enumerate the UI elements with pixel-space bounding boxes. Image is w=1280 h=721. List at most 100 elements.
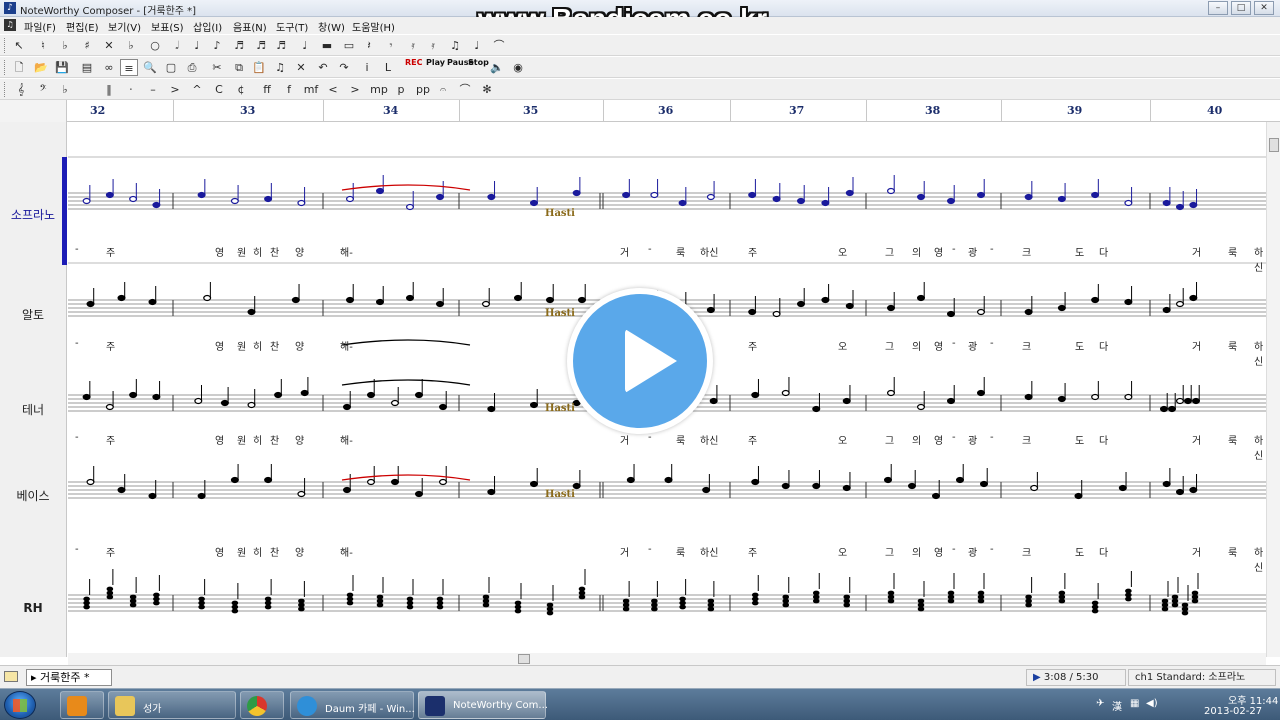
taskbar-media-player[interactable] xyxy=(60,691,104,719)
measure-number[interactable]: 32 xyxy=(90,104,105,117)
lyric-syllable[interactable]: 의 xyxy=(912,432,921,447)
folder-icon[interactable] xyxy=(4,671,18,682)
lyric-syllable[interactable]: 주 xyxy=(106,244,115,259)
lyric-syllable[interactable]: - xyxy=(75,244,79,255)
scroll-thumb[interactable] xyxy=(1269,138,1279,152)
record-button[interactable]: REC xyxy=(405,59,423,67)
lyrics-icon[interactable]: L xyxy=(379,59,397,76)
lyric-syllable[interactable]: 원 xyxy=(237,244,246,259)
lyric-syllable[interactable]: 하신 xyxy=(1254,244,1266,274)
measure-number[interactable]: 39 xyxy=(1067,104,1082,117)
quarter-note-icon[interactable]: ♩ xyxy=(188,37,206,54)
lyric-syllable[interactable]: 찬 xyxy=(270,544,279,559)
lyric-syllable[interactable]: 광 xyxy=(968,244,977,259)
lyric-syllable[interactable]: 크 xyxy=(1022,544,1031,559)
quarter-rest-icon[interactable]: 𝄽 xyxy=(360,37,378,54)
measure-number[interactable]: 38 xyxy=(925,104,940,117)
lyric-syllable[interactable]: 도 xyxy=(1075,432,1084,447)
staff-name[interactable]: 알토 xyxy=(0,306,66,323)
toolbar-grip[interactable] xyxy=(4,38,7,53)
lyric-syllable[interactable]: 광 xyxy=(968,544,977,559)
lyric-syllable[interactable]: 양 xyxy=(295,432,304,447)
lyric-syllable[interactable]: 그 xyxy=(885,244,894,259)
half-note-icon[interactable]: 𝅗𝅥 xyxy=(168,37,186,54)
lyric-syllable[interactable]: 거 xyxy=(1192,244,1201,259)
lyric-syllable[interactable]: 주 xyxy=(748,244,757,259)
menu-staff[interactable]: 보표(S) xyxy=(151,19,184,34)
forte-icon[interactable]: f xyxy=(280,81,298,98)
lyric-syllable[interactable]: 하신 xyxy=(700,244,718,259)
staff-name[interactable]: RH xyxy=(0,601,66,615)
measure-number[interactable]: 34 xyxy=(383,104,398,117)
scroll-thumb[interactable] xyxy=(518,654,530,664)
lyric-syllable[interactable]: 주 xyxy=(748,338,757,353)
print-preview-icon[interactable]: ▢ xyxy=(162,59,180,76)
lyric-syllable[interactable]: 영 xyxy=(215,432,224,447)
whole-note-icon[interactable]: ○ xyxy=(146,37,164,54)
sixteenth-note-icon[interactable]: ♬ xyxy=(230,37,248,54)
ime-indicator[interactable]: 漢 xyxy=(1112,698,1122,713)
tempo-marking[interactable]: Hasti xyxy=(545,403,575,414)
lyric-syllable[interactable]: 룩 xyxy=(1228,544,1237,559)
lyric-syllable[interactable]: 주 xyxy=(106,338,115,353)
lyric-syllable[interactable]: 영 xyxy=(934,338,943,353)
lyric-syllable[interactable]: 주 xyxy=(748,544,757,559)
fermata-icon[interactable]: 𝄐 xyxy=(434,81,452,98)
clock-time[interactable]: 오후 11:44 xyxy=(1228,692,1278,707)
lyric-syllable[interactable]: - xyxy=(648,544,652,555)
video-play-button[interactable] xyxy=(567,288,713,434)
lyric-syllable[interactable]: 룩 xyxy=(1228,338,1237,353)
lyric-syllable[interactable]: 룩 xyxy=(676,544,685,559)
eighth-rest-icon[interactable]: 𝄾 xyxy=(382,37,400,54)
taskbar-chrome[interactable] xyxy=(240,691,284,719)
lyric-syllable[interactable]: 도 xyxy=(1075,544,1084,559)
lyric-syllable[interactable]: 주 xyxy=(106,432,115,447)
lyric-syllable[interactable]: 거 xyxy=(1192,338,1201,353)
menu-window[interactable]: 창(W) xyxy=(318,19,345,34)
lyric-syllable[interactable]: 다 xyxy=(1099,544,1108,559)
menu-help[interactable]: 도움말(H) xyxy=(352,19,395,34)
lyric-syllable[interactable]: 룩 xyxy=(676,432,685,447)
lyric-syllable[interactable]: 영 xyxy=(215,338,224,353)
lyric-syllable[interactable]: 주 xyxy=(748,432,757,447)
lyric-syllable[interactable]: 의 xyxy=(912,244,921,259)
lyric-syllable[interactable]: - xyxy=(952,338,956,349)
cut-time-icon[interactable]: ¢ xyxy=(232,81,250,98)
lyric-syllable[interactable]: 하신 xyxy=(700,544,718,559)
lyric-syllable[interactable]: 원 xyxy=(237,432,246,447)
page-view-icon[interactable]: ▤ xyxy=(78,59,96,76)
lyric-syllable[interactable]: 하신 xyxy=(1254,544,1266,574)
document-tab[interactable]: ▸ 거룩한주 * xyxy=(26,669,112,686)
flat-icon[interactable]: ♭ xyxy=(56,37,74,54)
thirtysecond-rest-icon[interactable]: 𝄿 xyxy=(424,37,442,54)
lyric-syllable[interactable]: - xyxy=(75,432,79,443)
lyric-syllable[interactable]: 히 xyxy=(253,244,262,259)
lyric-syllable[interactable]: 해- xyxy=(340,432,353,447)
zoom-icon[interactable]: 🔍 xyxy=(141,59,159,76)
lyric-syllable[interactable]: 오 xyxy=(838,432,847,447)
lyric-syllable[interactable]: 해- xyxy=(340,544,353,559)
new-file-icon[interactable]: 🗋 xyxy=(10,59,28,76)
clef-pointer-icon[interactable]: ↖ xyxy=(10,37,28,54)
lyric-syllable[interactable]: - xyxy=(990,544,994,555)
lyric-syllable[interactable]: 룩 xyxy=(676,244,685,259)
double-sharp-icon[interactable]: ✕ xyxy=(100,37,118,54)
lyric-syllable[interactable]: 다 xyxy=(1099,432,1108,447)
bass-clef-icon[interactable]: 𝄢 xyxy=(34,81,52,98)
document-icon[interactable]: ♫ xyxy=(4,19,16,31)
menu-insert[interactable]: 삽입(I) xyxy=(193,19,222,34)
lyric-syllable[interactable]: 히 xyxy=(253,432,262,447)
whole-rest-icon[interactable]: ▬ xyxy=(318,37,336,54)
common-time-icon[interactable]: C xyxy=(210,81,228,98)
lyric-syllable[interactable]: 그 xyxy=(885,432,894,447)
lyric-syllable[interactable]: 오 xyxy=(838,338,847,353)
lyric-syllable[interactable]: - xyxy=(648,432,652,443)
lyric-syllable[interactable]: 그 xyxy=(885,544,894,559)
crescendo-icon[interactable]: < xyxy=(324,81,342,98)
lyric-syllable[interactable]: 하신 xyxy=(700,432,718,447)
dynamics-icon[interactable]: ✻ xyxy=(478,81,496,98)
volume-icon[interactable]: ◀) xyxy=(1146,698,1158,709)
lyric-syllable[interactable]: 영 xyxy=(934,544,943,559)
half-rest-icon[interactable]: ▭ xyxy=(340,37,358,54)
lyric-syllable[interactable]: 영 xyxy=(934,432,943,447)
